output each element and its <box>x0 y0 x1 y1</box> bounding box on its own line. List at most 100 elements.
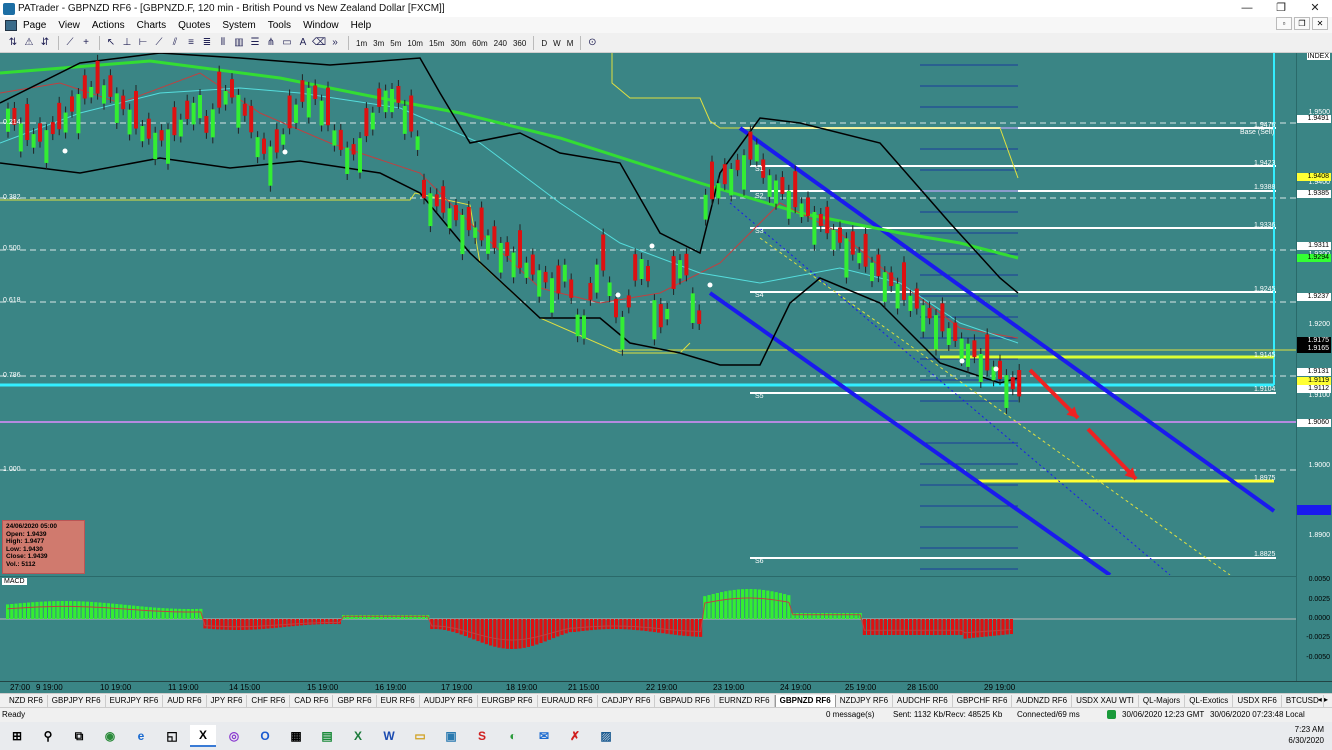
fib-tool-icon[interactable]: ≡ <box>184 36 198 50</box>
tf-240[interactable]: 240 <box>491 39 510 48</box>
folder-icon[interactable]: ▭ <box>407 725 433 747</box>
mdi-minimize-button[interactable]: ▫ <box>1276 17 1292 30</box>
symbol-tab[interactable]: USDX RF6 <box>1233 694 1282 707</box>
x-app-icon[interactable]: ✗ <box>562 725 588 747</box>
menu-actions[interactable]: Actions <box>86 20 131 31</box>
tf-360[interactable]: 360 <box>510 39 529 48</box>
time-axis[interactable]: 27:00 9 19:00 10 19:00 11 19:00 14 15:00… <box>0 681 1332 693</box>
symbol-tab[interactable]: AUDJPY RF6 <box>420 694 478 707</box>
hline-tool-icon[interactable]: ⊥ <box>120 36 134 50</box>
system-clock[interactable]: 7:23 AM 6/30/2020 <box>1288 724 1324 746</box>
price-axis[interactable]: INDEX 1.9500 1.9400 1.9300 1.9200 1.9100… <box>1296 53 1332 693</box>
symbol-tab[interactable]: GBPJPY RF6 <box>48 694 106 707</box>
explorer-icon[interactable]: ▣ <box>438 725 464 747</box>
erase-tool-icon[interactable]: ⌫ <box>312 36 326 50</box>
symbol-tab[interactable]: EURGBP RF6 <box>478 694 538 707</box>
search-icon[interactable]: ⚲ <box>35 725 61 747</box>
menu-system[interactable]: System <box>216 20 261 31</box>
order-icon[interactable]: ⇵ <box>38 36 52 50</box>
symbol-tab[interactable]: GBPAUD RF6 <box>655 694 715 707</box>
pointer-icon[interactable]: ↖ <box>104 36 118 50</box>
files-icon[interactable]: ◱ <box>159 725 185 747</box>
symbol-tab[interactable]: JPY RF6 <box>207 694 248 707</box>
symbol-tab[interactable]: CHF RF6 <box>247 694 291 707</box>
symbol-tab[interactable]: GBPCHF RF6 <box>953 694 1013 707</box>
toolbar-more-icon[interactable]: » <box>328 36 342 50</box>
fib-ext-tool-icon[interactable]: ≣ <box>200 36 214 50</box>
edge-icon[interactable]: e <box>128 725 154 747</box>
minimize-button[interactable]: — <box>1230 0 1264 17</box>
menu-page[interactable]: Page <box>17 20 52 31</box>
tf-monthly[interactable]: M <box>564 39 577 48</box>
tab-scroll-arrows[interactable]: ◂ ▸ <box>1318 695 1328 704</box>
symbol-tab[interactable]: USDX XAU WTI <box>1072 694 1139 707</box>
outlook-icon[interactable]: O <box>252 725 278 747</box>
mdi-close-button[interactable]: ✕ <box>1312 17 1328 30</box>
tf-60m[interactable]: 60m <box>469 39 491 48</box>
menu-charts[interactable]: Charts <box>131 20 172 31</box>
store-icon[interactable]: ▤ <box>314 725 340 747</box>
green-app-icon[interactable]: ◐ <box>500 725 526 747</box>
macd-panel[interactable]: MACD <box>0 576 1296 681</box>
text-tool-icon[interactable]: A <box>296 36 310 50</box>
alert-icon[interactable]: ⚠ <box>22 36 36 50</box>
chart-type-icon[interactable]: ⟋ <box>63 36 77 50</box>
tf-5m[interactable]: 5m <box>387 39 404 48</box>
tf-10m[interactable]: 10m <box>404 39 426 48</box>
symbol-tab[interactable]: GBP RF6 <box>333 694 377 707</box>
mdi-restore-button[interactable]: ❐ <box>1294 17 1310 30</box>
tf-30m[interactable]: 30m <box>448 39 470 48</box>
symbol-tab[interactable]: EURAUD RF6 <box>538 694 598 707</box>
price-panel[interactable]: 0.214 0.382 0.500 0.618 0.786 1.000 1.94… <box>0 52 1296 577</box>
andrews-tool-icon[interactable]: ⋔ <box>264 36 278 50</box>
channel-tool-icon[interactable]: ⫽ <box>168 36 182 50</box>
tf-3m[interactable]: 3m <box>370 39 387 48</box>
calculator-icon[interactable]: ▦ <box>283 725 309 747</box>
symbol-tab-active[interactable]: GBPNZD RF6 <box>774 694 836 707</box>
symbol-tab[interactable]: CAD RF6 <box>290 694 334 707</box>
symbol-tab[interactable]: AUDCHF RF6 <box>893 694 953 707</box>
patrader-icon[interactable]: X <box>190 725 216 747</box>
chart-doc-icon[interactable] <box>5 19 17 31</box>
close-button[interactable]: ✕ <box>1298 0 1332 17</box>
blue-app-icon[interactable]: ▨ <box>593 725 619 747</box>
symbol-tab[interactable]: NZDJPY RF6 <box>836 694 894 707</box>
symbol-tab[interactable]: QL-Majors <box>1139 694 1186 707</box>
fib-time-tool-icon[interactable]: ⦀ <box>216 36 230 50</box>
symbol-tab[interactable]: CADJPY RF6 <box>598 694 656 707</box>
symbol-tab[interactable]: EUR RF6 <box>377 694 420 707</box>
symbol-tab[interactable]: QL-Exotics <box>1185 694 1234 707</box>
buy-sell-icon[interactable]: ⇅ <box>6 36 20 50</box>
vline-tool-icon[interactable]: ⊢ <box>136 36 150 50</box>
menu-window[interactable]: Window <box>297 20 345 31</box>
task-view-icon[interactable]: ⧉ <box>66 725 92 747</box>
chart-area[interactable]: 0.214 0.382 0.500 0.618 0.786 1.000 1.94… <box>0 52 1332 693</box>
clock-icon[interactable]: ⊙ <box>585 36 599 50</box>
red-app-icon[interactable]: S <box>469 725 495 747</box>
browser-icon[interactable]: ◎ <box>221 725 247 747</box>
mail-icon[interactable]: ✉ <box>531 725 557 747</box>
tf-daily[interactable]: D <box>538 39 550 48</box>
tf-1m[interactable]: 1m <box>353 39 370 48</box>
menu-tools[interactable]: Tools <box>262 20 297 31</box>
symbol-tab[interactable]: EURJPY RF6 <box>106 694 164 707</box>
menu-view[interactable]: View <box>52 20 86 31</box>
gann-tool-icon[interactable]: ▥ <box>232 36 246 50</box>
pivot-tool-icon[interactable]: ☰ <box>248 36 262 50</box>
symbol-tab[interactable]: AUDNZD RF6 <box>1012 694 1073 707</box>
restore-button[interactable]: ❐ <box>1264 0 1298 17</box>
windows-start-icon[interactable]: ⊞ <box>4 725 30 747</box>
word-icon[interactable]: W <box>376 725 402 747</box>
tf-15m[interactable]: 15m <box>426 39 448 48</box>
symbol-tab[interactable]: AUD RF6 <box>163 694 207 707</box>
chrome-icon[interactable]: ◉ <box>97 725 123 747</box>
excel-icon[interactable]: X <box>345 725 371 747</box>
tf-weekly[interactable]: W <box>550 39 564 48</box>
menu-quotes[interactable]: Quotes <box>172 20 216 31</box>
menu-help[interactable]: Help <box>345 20 378 31</box>
crosshair-icon[interactable]: + <box>79 36 93 50</box>
symbol-tab[interactable]: EURNZD RF6 <box>715 694 775 707</box>
rect-tool-icon[interactable]: ▭ <box>280 36 294 50</box>
symbol-tab[interactable]: NZD RF6 <box>5 694 48 707</box>
trendline-tool-icon[interactable]: ⟋ <box>152 36 166 50</box>
